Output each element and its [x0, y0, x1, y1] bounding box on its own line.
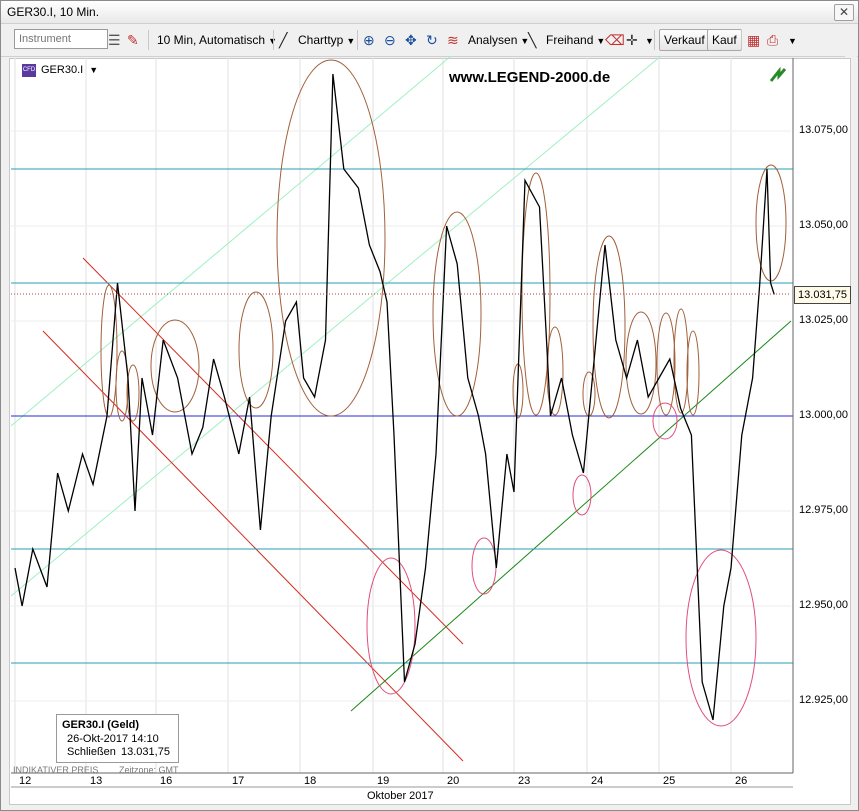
- x-tick-label: 12: [19, 775, 32, 787]
- cfd-icon: CFD: [22, 64, 36, 77]
- ellipse-annotation: [471, 537, 497, 595]
- x-tick-label: 17: [232, 775, 245, 787]
- info-close-value: 13.031,75: [121, 746, 170, 758]
- y-tick-label: 12.925,00: [799, 694, 848, 706]
- info-box: GER30.I (Geld) 26-Okt-2017 14:10 Schließ…: [56, 714, 179, 763]
- horizontal-levels: [11, 168, 793, 664]
- ellipse-annotation: [150, 319, 200, 413]
- ellipse-annotation: [572, 474, 592, 516]
- ellipse-annotation: [656, 312, 676, 416]
- y-tick-label: 12.950,00: [799, 599, 848, 611]
- y-tick-label: 12.975,00: [799, 504, 848, 516]
- info-close-label: Schließen: [67, 746, 116, 758]
- ellipse-annotation: [432, 211, 482, 417]
- month-label: Oktober 2017: [367, 790, 434, 802]
- timezone-label: Zeitzone: GMT: [119, 765, 179, 775]
- x-tick-label: 20: [447, 775, 460, 787]
- x-tick-label: 18: [304, 775, 317, 787]
- info-datetime: 26-Okt-2017 14:10: [67, 733, 159, 745]
- chevron-down-icon: ▼: [89, 65, 99, 75]
- y-tick-label: 13.075,00: [799, 124, 848, 136]
- watermark: www.LEGEND-2000.de: [449, 69, 611, 86]
- chart-svg: [10, 55, 794, 788]
- y-tick-label: 13.050,00: [799, 219, 848, 231]
- y-tick-label: 13.025,00: [799, 314, 848, 326]
- ellipse-annotation: [366, 557, 416, 695]
- x-tick-label: 25: [663, 775, 676, 787]
- x-tick-label: 23: [518, 775, 531, 787]
- chart-window: GER30.I, 10 Min. ✕ ☰ ✎ 10 Min, Automatis…: [0, 0, 859, 811]
- info-name: GER30.I (Geld): [62, 719, 140, 731]
- x-tick-label: 24: [591, 775, 604, 787]
- channel-red-upper: [82, 257, 464, 645]
- symbol-label[interactable]: GER30.I ▼: [41, 64, 98, 76]
- ellipse-annotation: [652, 402, 678, 440]
- ellipse-annotation: [238, 291, 274, 409]
- x-tick-label: 16: [160, 775, 173, 787]
- ellipse-annotation: [686, 330, 700, 416]
- support-trendline: [350, 320, 792, 712]
- indicative-label: INDIKATIVER PREIS: [13, 765, 99, 775]
- x-tick-label: 26: [735, 775, 748, 787]
- last-price-tag: 13.031,75: [794, 286, 851, 304]
- trend-up-icon: [769, 66, 787, 82]
- price-line: [14, 73, 775, 721]
- x-tick-label: 13: [90, 775, 103, 787]
- ellipse-annotation: [673, 308, 689, 414]
- ellipse-annotation: [276, 59, 386, 417]
- y-tick-label: 13.000,00: [799, 409, 848, 421]
- x-tick-label: 19: [377, 775, 390, 787]
- symbol-name: GER30.I: [41, 64, 84, 76]
